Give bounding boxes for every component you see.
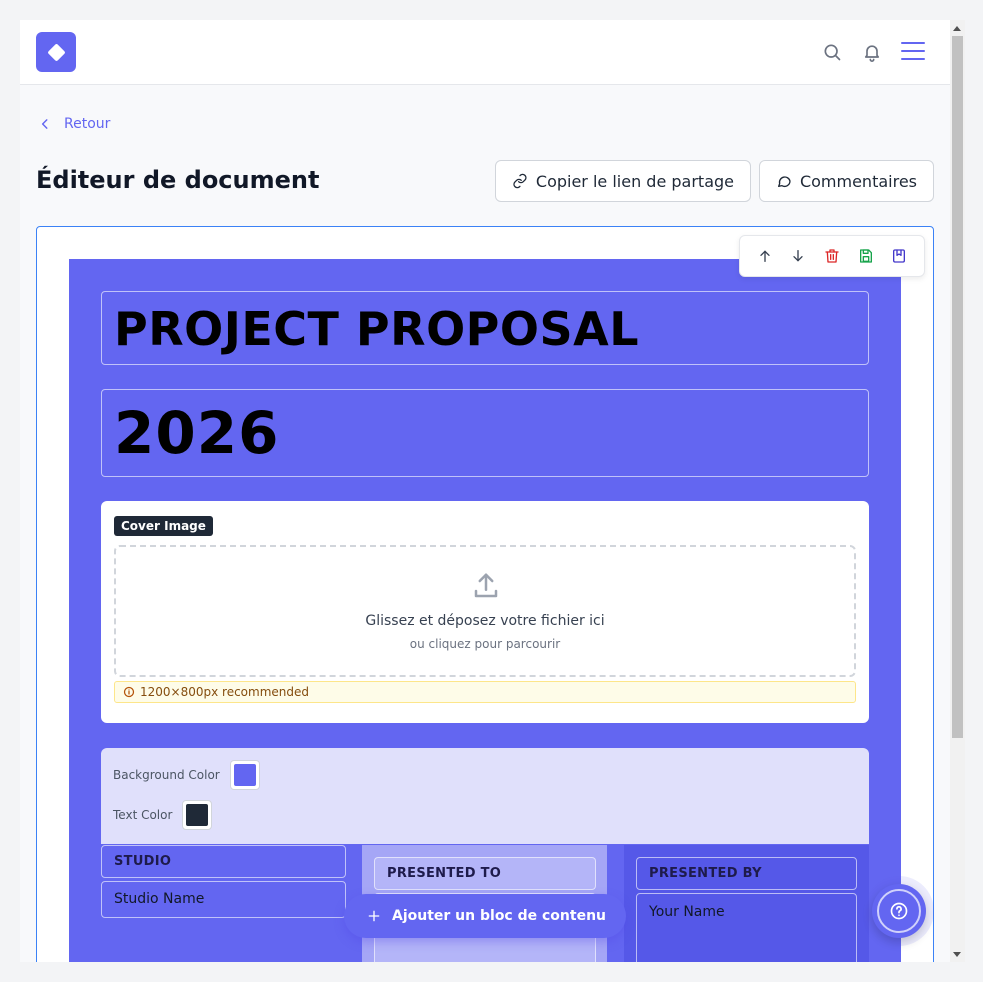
cover-image-badge: Cover Image — [114, 516, 213, 536]
text-color-swatch — [186, 804, 209, 826]
copy-share-link-button[interactable]: Copier le lien de partage — [495, 160, 751, 202]
page-title: Éditeur de document — [36, 166, 320, 194]
presented-by-input[interactable]: Your Name — [636, 893, 857, 962]
studio-name-input[interactable]: Studio Name — [101, 881, 346, 918]
comments-button[interactable]: Commentaires — [759, 160, 934, 202]
presented-by-column: PRESENTED BY Your Name — [624, 845, 869, 962]
save-icon[interactable] — [854, 244, 878, 268]
text-color-label: Text Color — [113, 808, 173, 822]
help-icon — [877, 889, 921, 933]
help-button[interactable] — [872, 884, 926, 938]
back-label: Retour — [64, 116, 111, 132]
presented-to-label[interactable]: PRESENTED TO — [374, 857, 596, 890]
link-icon — [513, 173, 527, 189]
move-up-icon[interactable] — [753, 244, 777, 268]
background-color-swatch — [233, 764, 256, 786]
vertical-scrollbar[interactable] — [950, 20, 965, 962]
studio-column: STUDIO Studio Name — [101, 845, 346, 962]
document-page: PROJECT PROPOSAL 2026 Cover Image Glisse… — [69, 259, 901, 962]
background-color-row: Background Color — [113, 760, 260, 790]
comment-icon — [777, 176, 791, 187]
file-dropzone[interactable]: Glissez et déposez votre fichier ici ou … — [114, 545, 856, 677]
move-down-icon[interactable] — [786, 244, 810, 268]
diamond-icon — [46, 42, 66, 62]
plus-icon — [368, 910, 380, 922]
cover-image-block: Cover Image Glissez et déposez votre fic… — [101, 501, 869, 723]
color-settings-panel: Background Color Text Color — [101, 748, 869, 844]
scrollbar-thumb[interactable] — [952, 36, 963, 738]
bookmark-icon[interactable] — [887, 244, 911, 268]
hamburger-icon[interactable] — [900, 40, 928, 64]
text-color-row: Text Color — [113, 800, 213, 830]
upload-icon — [474, 573, 498, 598]
dropzone-text: Glissez et déposez votre fichier ici — [365, 613, 605, 629]
presented-by-label[interactable]: PRESENTED BY — [636, 857, 857, 890]
search-icon[interactable] — [820, 40, 844, 64]
add-content-block-label: Ajouter un bloc de contenu — [392, 908, 606, 924]
add-content-block-button[interactable]: Ajouter un bloc de contenu — [344, 894, 626, 938]
document-title[interactable]: PROJECT PROPOSAL — [101, 291, 869, 365]
info-icon — [123, 686, 135, 698]
app-window: Retour Éditeur de document Copier le lie… — [20, 20, 950, 962]
scroll-down-arrow[interactable] — [953, 952, 961, 957]
trash-icon[interactable] — [820, 244, 844, 268]
size-hint: 1200×800px recommended — [114, 681, 856, 703]
size-hint-text: 1200×800px recommended — [140, 685, 310, 699]
copy-share-link-label: Copier le lien de partage — [535, 171, 734, 191]
bell-icon[interactable] — [860, 40, 884, 64]
dropzone-browse-text: ou cliquez pour parcourir — [409, 637, 561, 651]
comments-label: Commentaires — [799, 171, 917, 191]
chevron-left-icon — [41, 119, 48, 129]
app-logo[interactable] — [36, 32, 76, 72]
back-link[interactable]: Retour — [38, 116, 110, 132]
studio-label[interactable]: STUDIO — [101, 845, 346, 878]
scroll-up-arrow[interactable] — [953, 26, 961, 31]
block-toolbar — [739, 235, 925, 277]
text-color-picker[interactable] — [182, 800, 213, 830]
background-color-picker[interactable] — [229, 760, 260, 790]
document-year[interactable]: 2026 — [101, 389, 869, 477]
background-color-label: Background Color — [113, 768, 220, 782]
top-navbar — [20, 20, 950, 85]
